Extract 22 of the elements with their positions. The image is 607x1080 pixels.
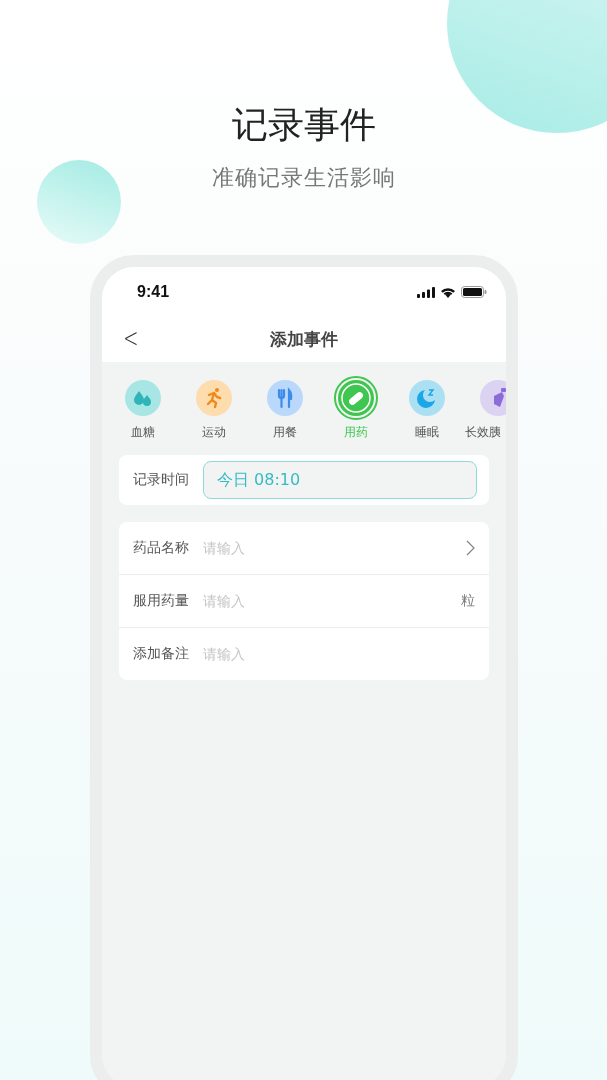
input-field[interactable]: 请输入 (203, 646, 475, 662)
status-time: 9:41 (137, 283, 170, 301)
signal-icon (417, 286, 435, 298)
page-subtitle: 准确记录生活影响 (211, 164, 396, 192)
unit-label: 粒 (461, 592, 475, 610)
field-label: 药品名称 (133, 539, 189, 557)
field-label: 服用药量 (133, 592, 189, 610)
back-button[interactable]: < (120, 323, 142, 353)
category-tab[interactable]: 睡眠 (391, 380, 462, 455)
field-label: 记录时间 (133, 471, 189, 489)
screen-title: 添加事件 (270, 328, 338, 351)
category-tab[interactable]: 运动 (178, 380, 249, 455)
field-label: 添加备注 (133, 645, 189, 663)
category-tab[interactable]: 用餐 (249, 380, 320, 455)
page-title: 记录事件 (231, 103, 376, 147)
chevron-right-icon (466, 540, 475, 556)
wifi-icon (440, 286, 456, 298)
input-field[interactable]: 请输入 (203, 540, 452, 556)
category-tab[interactable]: 长效胰 (462, 380, 506, 455)
input-field[interactable]: 请输入 (203, 593, 447, 609)
category-tab[interactable]: 血糖 (107, 380, 178, 455)
battery-icon (461, 286, 487, 298)
